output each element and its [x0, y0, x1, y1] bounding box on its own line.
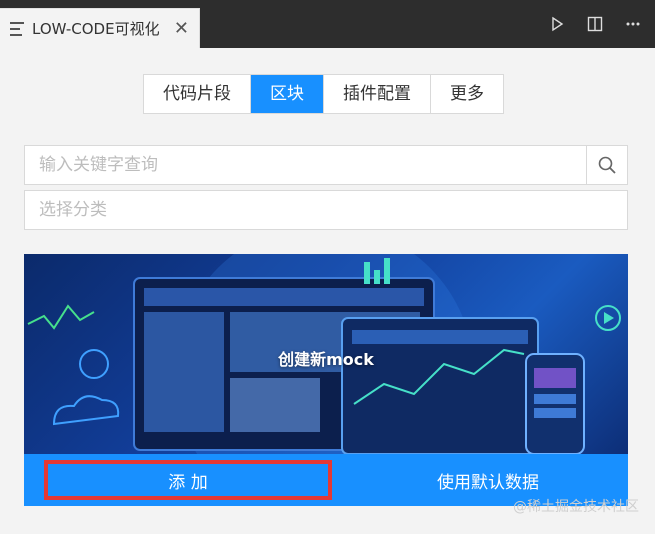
split-editor-icon[interactable] [585, 14, 605, 34]
category-select-input[interactable] [25, 191, 627, 229]
search-icon [598, 156, 616, 174]
editor-tab[interactable]: LOW-CODE可视化 ✕ [0, 8, 200, 48]
file-lines-icon [10, 21, 24, 36]
close-icon[interactable]: ✕ [174, 18, 189, 39]
card-cover-image: 创建新mock [24, 254, 628, 506]
editor-tab-title: LOW-CODE可视化 [32, 20, 160, 38]
search-button[interactable] [586, 146, 627, 184]
editor-actions [547, 14, 643, 34]
segmented-tabs: 代码片段 区块 插件配置 更多 [143, 74, 504, 114]
search-box [24, 145, 628, 185]
tab-code-snippets[interactable]: 代码片段 [144, 75, 251, 113]
tab-blocks[interactable]: 区块 [251, 75, 324, 113]
tab-more[interactable]: 更多 [431, 75, 503, 113]
tab-plugin-config[interactable]: 插件配置 [324, 75, 431, 113]
watermark: @稀土掘金技术社区 [513, 499, 639, 515]
run-icon[interactable] [547, 14, 567, 34]
more-actions-icon[interactable] [623, 14, 643, 34]
category-select[interactable] [24, 190, 628, 230]
add-button[interactable]: 添 加 [44, 460, 332, 500]
card-title: 创建新mock [278, 350, 374, 369]
editor-tab-bar: LOW-CODE可视化 ✕ [0, 0, 655, 48]
search-input[interactable] [25, 146, 586, 184]
block-card: 创建新mock 添 加 使用默认数据 [24, 254, 628, 506]
